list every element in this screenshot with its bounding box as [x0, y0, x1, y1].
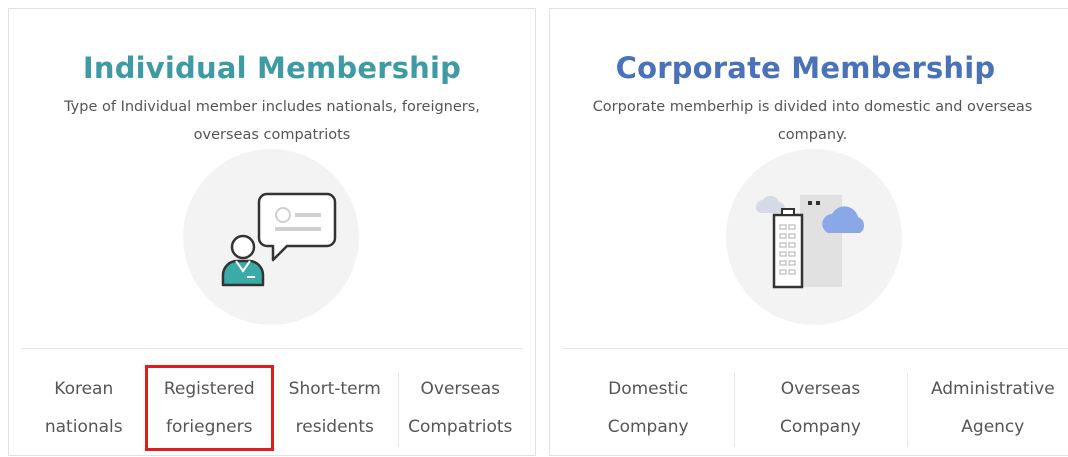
member-type-label-line1: Registered	[163, 379, 255, 399]
individual-membership-description: Type of Individual member includes natio…	[29, 93, 515, 149]
member-type-label-line1: Overseas	[780, 379, 861, 399]
individual-membership-title: Individual Membership	[82, 51, 462, 85]
corporate-membership-description: Corporate memberhip is divided into dome…	[562, 93, 1063, 149]
member-type-label-line2: Company	[607, 417, 689, 437]
person-with-speech-bubble-icon	[221, 192, 337, 287]
individual-member-types: Korean nationals Registered foriegners S…	[21, 365, 524, 451]
member-type-administrative-agency[interactable]: Administrative Agency	[906, 367, 1068, 449]
member-type-label-line2: residents	[295, 417, 374, 437]
buildings-with-clouds-icon	[755, 195, 865, 289]
individual-desc-line2: overseas compatriots	[193, 127, 351, 143]
member-type-label-line1: Korean	[54, 379, 114, 399]
corporate-desc-line1: Corporate memberhip is divided into dome…	[592, 99, 1033, 115]
corporate-desc-line2: company.	[777, 127, 848, 143]
member-type-label-line2: Company	[780, 417, 861, 437]
individual-illustration	[183, 149, 359, 325]
corporate-membership-title: Corporate Membership	[615, 51, 996, 85]
member-type-registered-foreigners[interactable]: Registered foriegners	[144, 365, 274, 451]
member-type-korean-nationals[interactable]: Korean nationals	[21, 367, 147, 449]
individual-membership-card: Individual Membership Type of Individual…	[8, 8, 536, 456]
member-type-overseas-company[interactable]: Overseas Company	[734, 367, 906, 449]
member-type-domestic-company[interactable]: Domestic Company	[562, 367, 734, 449]
member-type-short-term-residents[interactable]: Short-term residents	[272, 367, 398, 449]
member-type-label-line1: Overseas	[420, 379, 500, 399]
member-type-label-line1: Domestic	[608, 379, 689, 399]
member-type-label-line1: Short-term	[288, 379, 381, 399]
member-type-label-line2: Agency	[961, 417, 1025, 437]
member-type-label-line2: nationals	[44, 417, 123, 437]
corporate-divider	[562, 348, 1068, 349]
corporate-illustration	[726, 149, 902, 325]
corporate-membership-card: Corporate Membership Corporate memberhip…	[549, 8, 1068, 456]
individual-divider	[21, 348, 523, 349]
member-type-label-line2: Compatriots	[408, 417, 513, 437]
individual-desc-line1: Type of Individual member includes natio…	[64, 99, 480, 115]
corporate-member-types: Domestic Company Overseas Company Admini…	[562, 367, 1068, 449]
member-type-label-line2: foriegners	[166, 417, 253, 437]
member-type-label-line1: Administrative	[930, 379, 1055, 399]
member-type-overseas-compatriots[interactable]: Overseas Compatriots	[397, 367, 524, 449]
